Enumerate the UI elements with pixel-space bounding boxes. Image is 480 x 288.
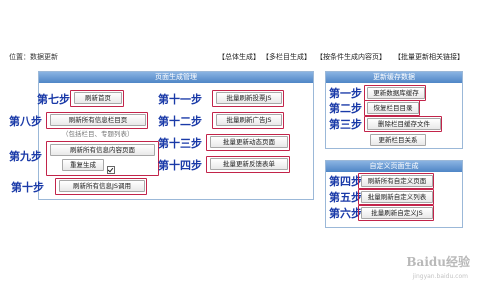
batch-refresh-custom-js-button[interactable]: 批量刷新自定义JS bbox=[361, 207, 433, 219]
cache-panel-title: 更新缓存数据 bbox=[326, 72, 462, 83]
page-generation-title: 页面生成管理 bbox=[39, 72, 313, 83]
restore-column-dir-button[interactable]: 恢复栏目目录 bbox=[367, 102, 419, 114]
refresh-all-content-pages-button[interactable]: 刷新所有信息内容页面 bbox=[50, 144, 155, 156]
location-breadcrumb: 位置：数据更新 bbox=[9, 53, 58, 61]
step-2-label: 第二步 bbox=[329, 102, 362, 115]
baidu-jingyan-watermark-url: jingyan.baidu.com bbox=[412, 273, 468, 280]
baidu-jingyan-watermark-logo: Baidu经验 bbox=[406, 255, 470, 269]
repeat-generate-button[interactable]: 重复生成 bbox=[62, 159, 104, 171]
link-batch-update-related[interactable]: 【批量更新相关链接】 bbox=[394, 52, 464, 62]
batch-refresh-vote-js-button[interactable]: 批量刷新投票JS bbox=[216, 92, 282, 104]
refresh-all-column-pages-button[interactable]: 刷新所有信息栏目页 bbox=[50, 114, 146, 126]
delete-column-cache-button[interactable]: 删除栏目缓存文件 bbox=[367, 118, 441, 130]
step-11-label: 第十一步 bbox=[158, 93, 202, 106]
link-overall-generate[interactable]: 【总体生成】 bbox=[218, 52, 260, 62]
batch-update-dynamic-pages-button[interactable]: 批量更新动态页面 bbox=[210, 136, 288, 148]
link-multi-column-generate[interactable]: 【多栏目生成】 bbox=[262, 52, 311, 62]
step-3-label: 第三步 bbox=[329, 118, 362, 131]
step-8-label: 第八步 bbox=[9, 115, 42, 128]
refresh-home-button[interactable]: 刷新首页 bbox=[74, 92, 122, 104]
link-conditional-content-generate[interactable]: 【按条件生成内容页】 bbox=[316, 52, 386, 62]
repeat-generate-checkbox[interactable] bbox=[107, 165, 115, 174]
refresh-all-custom-pages-button[interactable]: 刷新所有自定义页面 bbox=[361, 175, 433, 187]
batch-refresh-custom-list-button[interactable]: 批量刷新自定义列表 bbox=[361, 191, 433, 203]
step-12-label: 第十二步 bbox=[158, 115, 202, 128]
refresh-all-js-button[interactable]: 刷新所有信息JS调用 bbox=[59, 180, 145, 192]
update-column-relation-button[interactable]: 更新栏目关系 bbox=[370, 134, 426, 146]
batch-refresh-ad-js-button[interactable]: 批量刷新广告JS bbox=[216, 114, 282, 126]
step-9-label: 第九步 bbox=[9, 150, 42, 163]
step-7-label: 第七步 bbox=[37, 93, 70, 106]
step-10-label: 第十步 bbox=[11, 181, 44, 194]
step-13-label: 第十三步 bbox=[158, 137, 202, 150]
column-list-hint: （包括栏目、专题列表） bbox=[62, 130, 134, 138]
step-14-label: 第十四步 bbox=[158, 159, 202, 172]
batch-update-feedback-forms-button[interactable]: 批量更新反馈表单 bbox=[210, 158, 288, 170]
custom-page-panel-title: 自定义页面生成 bbox=[326, 161, 462, 172]
update-db-cache-button[interactable]: 更新数据库缓存 bbox=[367, 87, 425, 99]
step-1-label: 第一步 bbox=[329, 87, 362, 100]
